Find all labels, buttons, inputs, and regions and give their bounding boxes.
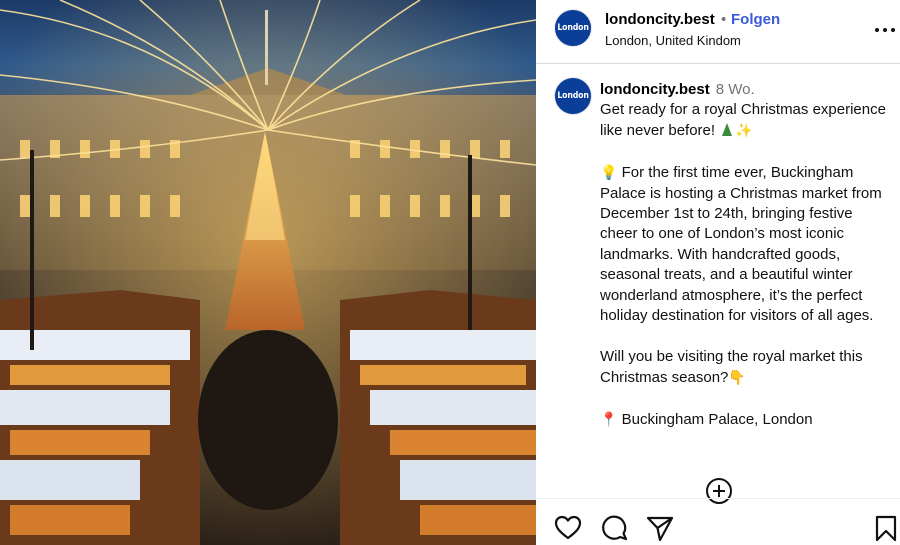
comment-meta: londoncity.best 8 Wo. — [600, 81, 755, 99]
post-header: London londoncity.best • Folgen London, … — [536, 0, 900, 64]
more-options-icon[interactable] — [873, 20, 897, 40]
comment-username[interactable]: londoncity.best — [600, 81, 710, 98]
pin-icon: 📍 — [600, 411, 618, 428]
share-icon[interactable] — [646, 514, 674, 542]
light-bulb-icon: 💡 — [600, 164, 618, 181]
caption-comment: London londoncity.best 8 Wo. Get ready fo… — [536, 65, 900, 495]
post-location[interactable]: London, United Kindom — [605, 33, 741, 48]
avatar-text: London — [557, 91, 589, 101]
avatar[interactable]: London — [554, 9, 592, 47]
post-image[interactable] — [0, 0, 536, 545]
sparkles-icon: ✨ — [735, 122, 753, 139]
comment-icon[interactable] — [600, 514, 628, 542]
separator-dot: • — [721, 11, 727, 28]
christmas-tree-icon — [722, 123, 733, 137]
avatar-text: London — [557, 23, 589, 33]
heart-icon[interactable] — [554, 514, 582, 542]
caption-paragraph-2: For the first time ever, Buckingham Pala… — [600, 164, 886, 325]
caption-text: Get ready for a royal Christmas experien… — [600, 100, 890, 431]
post-side-panel: London londoncity.best • Folgen London, … — [536, 0, 900, 545]
buckingham-christmas-market-photo — [0, 0, 536, 545]
action-bar — [536, 498, 900, 545]
pointing-down-icon: 👇 — [728, 369, 746, 386]
header-username[interactable]: londoncity.best — [605, 11, 715, 28]
caption-paragraph-4: Buckingham Palace, London — [621, 411, 813, 429]
follow-button[interactable]: Folgen — [731, 11, 780, 28]
avatar[interactable]: London — [554, 77, 592, 115]
bookmark-icon[interactable] — [872, 514, 900, 542]
comment-timestamp[interactable]: 8 Wo. — [716, 81, 755, 98]
